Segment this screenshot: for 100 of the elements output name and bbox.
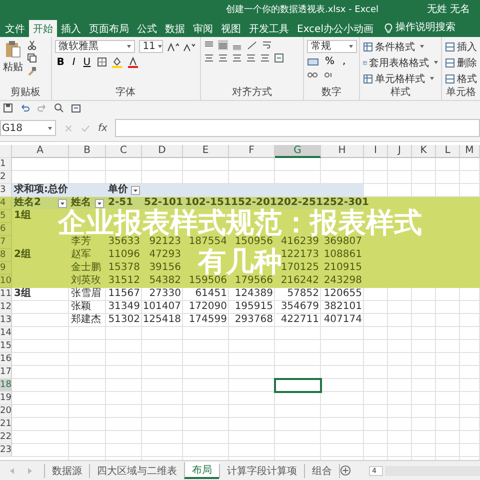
column-header[interactable]: I — [364, 145, 388, 158]
row-header[interactable]: 12 — [0, 301, 12, 314]
filter-dropdown-icon[interactable] — [58, 198, 67, 208]
border-icon[interactable] — [96, 57, 107, 67]
row-header[interactable]: 2 — [0, 171, 12, 184]
brush-icon[interactable] — [27, 66, 37, 76]
active-cell[interactable] — [274, 378, 322, 393]
row-header[interactable]: 23 — [0, 444, 12, 457]
table-cell: 求和项:总价 — [14, 184, 68, 196]
insert-function-button[interactable]: fx — [98, 122, 108, 134]
font-size-field[interactable]: 11 — [138, 40, 163, 53]
row-header[interactable]: 19 — [0, 392, 12, 405]
undo-icon[interactable] — [20, 103, 30, 113]
row-header[interactable]: 6 — [0, 223, 12, 236]
save-icon[interactable] — [3, 103, 13, 113]
table-cell: 47293 — [149, 249, 181, 261]
row-header[interactable]: 20 — [0, 405, 12, 418]
column-header[interactable]: B — [69, 145, 106, 158]
column-header[interactable]: A — [12, 145, 69, 158]
paste-button[interactable]: 粘贴 — [3, 40, 23, 87]
format-button[interactable]: I — [70, 56, 78, 68]
add-sheet-icon[interactable] — [340, 465, 351, 476]
cells-menu-button[interactable]: 插入 — [445, 40, 477, 53]
percent-button[interactable]: % — [323, 56, 337, 67]
ribbon-tab[interactable]: 视图 — [217, 20, 245, 37]
font-name-field[interactable]: 微软雅黑 — [54, 40, 135, 53]
row-header[interactable]: 21 — [0, 418, 12, 431]
tell-me-search[interactable]: 操作说明搜索 — [396, 20, 456, 34]
table-cell: 单价 — [108, 184, 128, 196]
comma-button[interactable]: , — [340, 56, 348, 67]
row-header[interactable]: 16 — [0, 353, 12, 366]
name-box[interactable]: G18 — [0, 120, 56, 136]
number-format-field[interactable]: 常规 — [307, 40, 357, 53]
row-header[interactable]: 17 — [0, 366, 12, 379]
print-preview-icon[interactable] — [54, 103, 64, 113]
ribbon-tab[interactable]: 插入 — [57, 20, 85, 37]
ribbon-tab[interactable]: 公式 — [133, 20, 161, 37]
column-header[interactable]: F — [229, 145, 275, 158]
formula-input[interactable] — [115, 119, 480, 137]
merge-icon[interactable] — [274, 53, 284, 63]
row-header[interactable]: 11 — [0, 288, 12, 301]
column-header[interactable]: E — [183, 145, 229, 158]
align-icon[interactable] — [218, 53, 228, 63]
decrease-font-icon[interactable] — [182, 42, 195, 52]
format-button[interactable]: B — [54, 56, 66, 68]
row-header[interactable]: 1 — [0, 158, 12, 171]
row-header[interactable]: 14 — [0, 327, 12, 340]
sheet-tab[interactable]: 布局 — [184, 462, 219, 479]
sheet-tab[interactable]: 计算字段计算项 — [219, 464, 304, 478]
column-header[interactable]: D — [142, 145, 183, 158]
column-header[interactable]: M — [460, 145, 480, 158]
ribbon-tab[interactable]: 页面布局 — [85, 20, 133, 37]
increase-font-icon[interactable] — [166, 42, 179, 52]
filter-dropdown-icon[interactable] — [131, 186, 140, 194]
form-icon[interactable] — [71, 103, 81, 113]
increase-decimal-icon[interactable] — [307, 70, 319, 80]
cut-icon[interactable] — [27, 40, 37, 50]
styles-menu-button[interactable]: 条件格式 — [363, 40, 438, 53]
row-header[interactable]: 7 — [0, 236, 12, 249]
row-header[interactable]: 3 — [0, 184, 12, 197]
row-header[interactable]: 13 — [0, 314, 12, 327]
row-header[interactable]: 22 — [0, 431, 12, 444]
format-button[interactable]: U — [81, 56, 93, 68]
column-header[interactable]: G — [275, 145, 321, 158]
sheet-tab[interactable]: 数据源 — [44, 464, 89, 478]
row-header[interactable]: 8 — [0, 249, 12, 262]
styles-menu-button[interactable]: 单元格样式 — [363, 72, 438, 85]
cells-menu-button[interactable]: 格式 — [445, 72, 477, 85]
copy-icon[interactable] — [27, 53, 37, 63]
row-header[interactable]: 4 — [0, 197, 12, 210]
row-header[interactable]: 5 — [0, 210, 12, 223]
row-header[interactable]: 15 — [0, 340, 12, 353]
column-header[interactable]: J — [388, 145, 412, 158]
row-header[interactable]: 9 — [0, 262, 12, 275]
column-header[interactable]: K — [412, 145, 436, 158]
ribbon-tab[interactable]: 开发工具 — [245, 20, 293, 37]
align-icon[interactable] — [218, 40, 228, 50]
cells-menu-button[interactable]: 删除 — [445, 56, 477, 69]
ribbon-tab[interactable]: 审阅 — [189, 20, 217, 37]
sheet-tab[interactable]: 组合 — [304, 464, 340, 478]
align-icon[interactable] — [260, 53, 270, 63]
ribbon-tab[interactable]: 开始 — [29, 20, 57, 37]
column-header[interactable]: H — [321, 145, 364, 158]
wrap-text-icon[interactable] — [262, 40, 272, 50]
fill-color-icon[interactable] — [110, 56, 123, 68]
align-icon[interactable] — [246, 53, 256, 63]
align-icon[interactable] — [232, 53, 242, 63]
styles-menu-button[interactable]: 套用表格格式 — [363, 56, 438, 69]
filter-dropdown-icon[interactable] — [95, 198, 104, 208]
ribbon-tab[interactable]: Excel办公小动画 — [293, 20, 378, 37]
ribbon-tab[interactable]: 文件 — [1, 20, 29, 37]
font-color-icon[interactable] — [126, 56, 139, 68]
orientation-icon[interactable] — [246, 40, 258, 50]
row-header[interactable]: 10 — [0, 275, 12, 288]
column-header[interactable]: L — [436, 145, 460, 158]
column-header[interactable]: C — [106, 145, 142, 158]
row-header[interactable]: 18 — [0, 379, 12, 392]
currency-icon[interactable] — [307, 56, 319, 66]
align-icon[interactable] — [204, 53, 214, 63]
ribbon-tab[interactable]: 数据 — [161, 20, 189, 37]
